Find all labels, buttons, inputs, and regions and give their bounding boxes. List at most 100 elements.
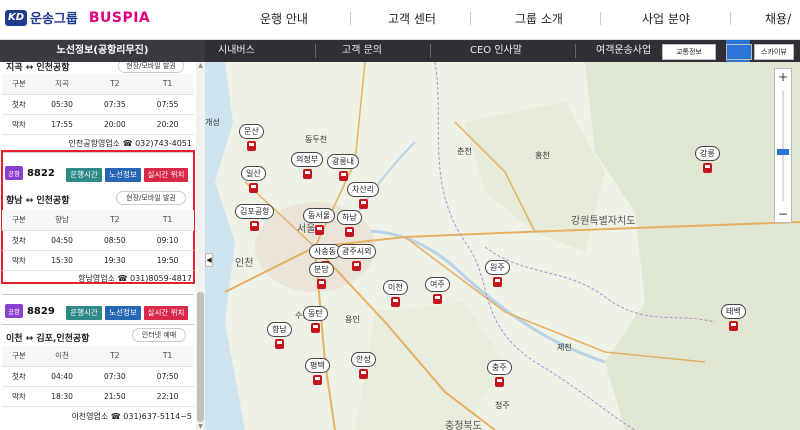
map-view-active-button[interactable] [726,44,752,60]
route-header: 공항 8829 [5,304,55,318]
scroll-up-icon[interactable]: ▲ [197,62,204,69]
route-title: 지곡 ↔ 인천공항 [6,63,70,73]
traffic-info-button[interactable]: 교통정보 [662,44,716,60]
stop-marker[interactable]: 평택 [305,358,330,385]
place-label: 인천 [235,258,254,269]
subnav-ceo-greeting[interactable]: CEO 인사말 [470,40,522,62]
stop-marker[interactable]: 광주시외 [337,244,377,271]
stop-marker[interactable]: 안성 [351,352,376,379]
scroll-down-icon[interactable]: ▼ [197,423,204,430]
zoom-control: + − [774,68,792,223]
stop-marker[interactable]: 동서울 [303,208,336,235]
bus-stop-icon [250,221,260,231]
bus-stop-icon [248,183,258,193]
logo[interactable]: KD 운송그룹 BUSPIA [5,8,150,27]
stop-marker[interactable]: 하남 [337,210,362,237]
stop-marker[interactable]: 이천 [383,280,408,307]
schedule-table: 구분 향남 T2 T1 첫차 04:50 08:50 09:10 막차 15:30 19:30 1… [2,210,194,271]
stop-marker[interactable]: 차산리 [347,182,380,209]
stop-marker[interactable]: 동탄 [303,306,328,333]
stop-marker[interactable]: 일산 [241,166,266,193]
subnav-passenger-transport[interactable]: 여객운송사업 [596,40,651,62]
zoom-track[interactable] [782,91,784,201]
logo-group-text: 운송그룹 [30,12,78,27]
bus-stop-icon [316,279,326,289]
stop-label: 향남 [267,322,292,337]
zoom-handle[interactable] [777,149,789,155]
nav-separator [470,12,471,25]
stop-marker[interactable]: 여주 [425,277,450,304]
subnav-separator [575,44,576,58]
table-row: 막차 17:55 20:00 20:20 [2,114,194,135]
bus-stop-icon [310,323,320,333]
route-title: 이천 ↔ 김포,인천공항 [6,334,90,344]
stop-label: 문산 [239,124,264,139]
scroll-thumb[interactable] [197,292,204,422]
divider [2,324,194,325]
bus-stop-icon [358,199,368,209]
stop-label: 평택 [305,358,330,373]
bus-stop-icon [432,294,442,304]
live-location-button[interactable]: 실시간 위치 [144,168,188,182]
place-label: 용인 [345,315,360,324]
airport-badge: 공항 [5,166,23,180]
subnav-customer-inquiry[interactable]: 고객 문의 [342,40,382,62]
logo-buspia-text: BUSPIA [88,9,151,26]
nav-separator [350,12,351,25]
subnav-separator [315,44,316,58]
stop-marker[interactable]: 충주 [487,360,512,387]
stop-label: 광릉내 [327,154,360,169]
online-booking-link[interactable]: 인터넷 예매 [132,328,186,342]
stop-marker[interactable]: 문산 [239,124,264,151]
place-label: 충청북도 [445,421,482,430]
nav-operation-info[interactable]: 운행 안내 [260,10,308,27]
route-info-button[interactable]: 노선정보 [105,306,141,320]
bus-stop-icon [312,375,322,385]
mobile-ticket-link[interactable]: 현장/모바일 발권 [118,62,184,73]
nav-separator [600,12,601,25]
live-location-button[interactable]: 실시간 위치 [144,306,188,320]
bus-stop-icon [246,141,256,151]
office-contact: 이천영업소 ☎ 031)637-5114~5 [71,412,192,421]
top-header: KD 운송그룹 BUSPIA 운행 안내 고객 센터 그룹 소개 사업 분야 채… [0,0,800,40]
route-number: 8829 [26,305,55,317]
mobile-ticket-link[interactable]: 현장/모바일 발권 [116,191,186,205]
page: KD 운송그룹 BUSPIA 운행 안내 고객 센터 그룹 소개 사업 분야 채… [0,0,800,430]
route-list-panel: 지곡 ↔ 인천공항 현장/모바일 발권 구분 지곡 T2 T1 첫차 05:30 07:3… [0,62,205,430]
skyview-button[interactable]: 스카이뷰 [754,44,794,60]
nav-business-area[interactable]: 사업 분야 [642,10,690,27]
zoom-in-button[interactable]: + [775,69,791,85]
stop-label: 일산 [241,166,266,181]
place-label: 청주 [495,401,510,410]
bus-stop-icon [702,163,712,173]
stop-label: 안성 [351,352,376,367]
table-row: 막차 18:30 21:50 22:10 [2,386,194,407]
route-info-button[interactable]: 노선정보 [105,168,141,182]
stop-label: 차산리 [347,182,380,197]
stop-marker[interactable]: 분당 [309,262,334,289]
zoom-out-button[interactable]: − [775,206,791,222]
nav-recruit[interactable]: 채용/ [765,10,791,27]
stop-marker[interactable]: 원주 [485,260,510,287]
bus-stop-icon [302,169,312,179]
schedule-button[interactable]: 운행시간 [66,306,102,320]
stop-marker[interactable]: 광릉내 [327,154,360,181]
stop-marker[interactable]: 의정부 [291,152,324,179]
stop-marker[interactable]: 강릉 [695,146,720,173]
bus-stop-icon [358,369,368,379]
schedule-button[interactable]: 운행시간 [66,168,102,182]
stop-marker[interactable]: 향남 [267,322,292,349]
route-map[interactable]: 서울 인천 강원특별자치도 충청북도 개성 동두천 춘천 제천 홍천 수원 용인… [205,62,800,430]
bus-stop-icon [314,225,324,235]
bus-stop-icon [390,297,400,307]
stop-marker[interactable]: 김포공항 [235,204,275,231]
nav-customer-center[interactable]: 고객 센터 [388,10,436,27]
table-row: 첫차 05:30 07:35 07:55 [2,94,194,115]
subnav-city-bus[interactable]: 시내버스 [218,40,255,62]
stop-label: 원주 [485,260,510,275]
collapse-panel-arrow-icon[interactable]: ◀ [205,253,213,267]
nav-group-intro[interactable]: 그룹 소개 [515,10,563,27]
stop-marker[interactable]: 태백 [721,304,746,331]
nav-separator [730,12,731,25]
panel-scrollbar[interactable]: ▲ ▼ [196,62,205,430]
